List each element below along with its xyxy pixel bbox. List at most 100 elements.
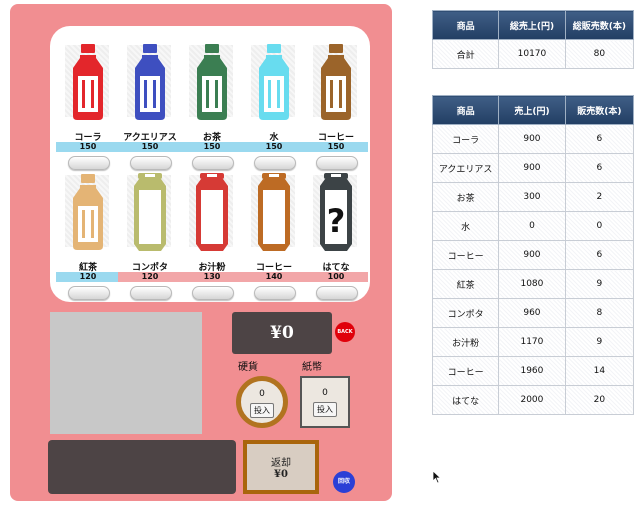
table-cell: 2000 xyxy=(498,385,566,415)
bill-insert-button[interactable]: 投入 xyxy=(313,402,337,417)
table-cell: 6 xyxy=(564,240,635,270)
column-header: 販売数(本) xyxy=(564,95,635,125)
mouse-cursor-icon xyxy=(432,470,442,484)
change-tray xyxy=(48,440,236,494)
product-slot: コーヒー 150 xyxy=(304,32,368,170)
table-cell: 0 xyxy=(564,211,635,241)
detail-body: コーラ 900 6 アクエリアス 900 6 お茶 300 2 水 0 0 コーヒー 900 6 紅茶 1080… xyxy=(431,124,635,415)
table-row: お汁粉 1170 9 xyxy=(431,327,635,357)
table-cell: 9 xyxy=(564,269,635,299)
product-price: 150 xyxy=(180,142,244,152)
column-header: 総売上(円) xyxy=(498,10,566,40)
can-icon xyxy=(134,173,166,251)
bottle-icon xyxy=(321,44,351,120)
bottle-icon xyxy=(197,44,227,120)
product-slot: コーヒー 140 xyxy=(242,162,306,300)
vending-machine: ¥0 BACK 硬貨 紙幣 0 投入 0 投入 返却 ¥0 回収 コーラ 150 … xyxy=(10,4,392,501)
product-select-button[interactable] xyxy=(254,286,296,300)
table-cell: はてな xyxy=(431,385,500,415)
product-slot: アクエリアス 150 xyxy=(118,32,182,170)
table-cell: コーヒー xyxy=(431,356,500,386)
table-cell: 900 xyxy=(498,240,566,270)
table-cell: 2 xyxy=(564,182,635,212)
product-output-window xyxy=(50,312,202,434)
product-price: 150 xyxy=(118,142,182,152)
column-header: 商品 xyxy=(431,95,500,125)
summary-table: 商品 総売上(円) 総販売数(本) 合計 10170 80 xyxy=(431,10,635,69)
sales-detail-table: 商品 売上(円) 販売数(本) コーラ 900 6 アクエリアス 900 6 お茶 300 2 水 0 0… xyxy=(431,95,635,415)
table-cell: 8 xyxy=(564,298,635,328)
can-icon xyxy=(258,173,290,251)
product-price: 100 xyxy=(304,272,368,282)
mystery-can-icon: ? xyxy=(320,173,352,251)
table-cell: 10170 xyxy=(498,39,566,69)
coin-insert-slot: 0 投入 xyxy=(236,376,288,428)
product-select-button[interactable] xyxy=(316,286,358,300)
table-cell: 900 xyxy=(498,153,566,183)
refund-amount: ¥0 xyxy=(274,469,288,480)
collect-button[interactable]: 回収 xyxy=(333,471,355,493)
table-cell: 900 xyxy=(498,124,566,154)
product-price: 120 xyxy=(56,272,120,282)
table-cell: 6 xyxy=(564,124,635,154)
table-cell: 6 xyxy=(564,153,635,183)
table-cell: 1960 xyxy=(498,356,566,386)
table-cell: 紅茶 xyxy=(431,269,500,299)
table-cell: 14 xyxy=(564,356,635,386)
refund-button[interactable]: 返却 ¥0 xyxy=(243,440,319,494)
table-row: アクエリアス 900 6 xyxy=(431,153,635,183)
coin-count: 0 xyxy=(259,389,265,399)
table-cell: コーラ xyxy=(431,124,500,154)
table-cell: アクエリアス xyxy=(431,153,500,183)
table-cell: 80 xyxy=(564,39,635,69)
table-cell: 1080 xyxy=(498,269,566,299)
table-cell: 1170 xyxy=(498,327,566,357)
table-cell: 0 xyxy=(498,211,566,241)
table-row: コーラ 900 6 xyxy=(431,124,635,154)
table-cell: 960 xyxy=(498,298,566,328)
refund-label: 返却 xyxy=(271,458,291,469)
table-row: 紅茶 1080 9 xyxy=(431,269,635,299)
table-row: コーヒー 1960 14 xyxy=(431,356,635,386)
bottle-icon xyxy=(73,44,103,120)
product-select-button[interactable] xyxy=(130,286,172,300)
can-icon xyxy=(196,173,228,251)
product-price: 120 xyxy=(118,272,182,282)
product-slot: コンポタ 120 xyxy=(118,162,182,300)
table-row: はてな 2000 20 xyxy=(431,385,635,415)
product-select-button[interactable] xyxy=(68,286,110,300)
column-header: 商品 xyxy=(431,10,500,40)
product-slot: ? はてな 100 xyxy=(304,162,368,300)
table-row: コーヒー 900 6 xyxy=(431,240,635,270)
back-button[interactable]: BACK xyxy=(335,322,355,342)
table-row: コンポタ 960 8 xyxy=(431,298,635,328)
bill-label: 紙幣 xyxy=(302,362,322,373)
table-cell: 20 xyxy=(564,385,635,415)
product-select-button[interactable] xyxy=(192,286,234,300)
column-header: 総販売数(本) xyxy=(564,10,635,40)
table-cell: 9 xyxy=(564,327,635,357)
bottle-icon xyxy=(259,44,289,120)
detail-header-row: 商品 売上(円) 販売数(本) xyxy=(431,95,635,125)
table-cell: コーヒー xyxy=(431,240,500,270)
column-header: 売上(円) xyxy=(498,95,566,125)
bill-insert-slot: 0 投入 xyxy=(300,376,350,428)
product-slot: お茶 150 xyxy=(180,32,244,170)
product-price: 150 xyxy=(56,142,120,152)
coin-label: 硬貨 xyxy=(238,362,258,373)
table-cell: お茶 xyxy=(431,182,500,212)
product-slot: 紅茶 120 xyxy=(56,162,120,300)
bottle-icon xyxy=(135,44,165,120)
table-row: 水00 xyxy=(431,211,635,241)
bottle-icon xyxy=(73,174,103,250)
product-price: 140 xyxy=(242,272,306,282)
table-row: 合計 10170 80 xyxy=(431,39,635,69)
amount-display: ¥0 xyxy=(232,312,332,354)
summary-header-row: 商品 総売上(円) 総販売数(本) xyxy=(431,10,635,40)
bill-count: 0 xyxy=(322,388,328,398)
table-cell: 合計 xyxy=(431,39,500,69)
table-cell: お汁粉 xyxy=(431,327,500,357)
product-price: 130 xyxy=(180,272,244,282)
coin-insert-button[interactable]: 投入 xyxy=(250,403,274,418)
table-cell: 300 xyxy=(498,182,566,212)
